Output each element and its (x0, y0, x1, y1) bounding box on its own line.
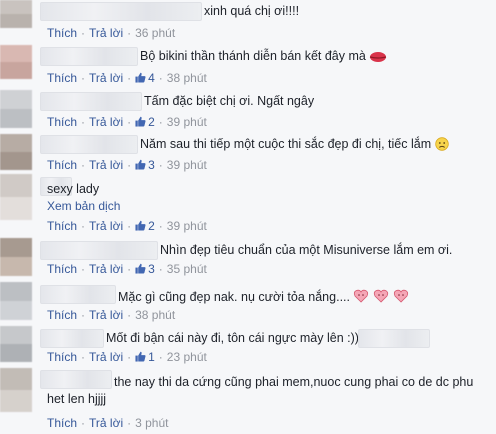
comment-time[interactable]: 39 phút (167, 115, 207, 129)
comment-item: Năm sau thi tiếp một cuộc thi sắc đẹp đi… (0, 132, 496, 174)
comment-time[interactable]: 38 phút (135, 308, 175, 322)
reply-link[interactable]: Trả lời (89, 219, 123, 233)
like-count[interactable]: 1 (135, 350, 155, 364)
comment-text: Bộ bikini thần thánh diễn bán kết đây mà (140, 49, 387, 66)
comment-actions: Thích · Trả lời · 3 phút (47, 416, 169, 430)
comment-actions: Thích · Trả lời · 2 · 39 phút (47, 115, 207, 129)
avatar[interactable] (0, 0, 32, 28)
like-link[interactable]: Thích (47, 350, 77, 364)
comment-item: the nay thi da cứng cũng phai mem,nuoc c… (0, 366, 496, 434)
like-count[interactable]: 2 (135, 115, 155, 129)
comment-text: xinh quá chị ơi!!!! (204, 4, 300, 18)
comment-time[interactable]: 38 phút (167, 71, 207, 85)
like-link[interactable]: Thích (47, 71, 77, 85)
mentioned-name[interactable] (358, 329, 430, 348)
like-link[interactable]: Thích (47, 158, 77, 172)
comment-text: sexy lady (47, 182, 100, 196)
thumbs-up-icon (135, 72, 146, 83)
comment-time[interactable]: 35 phút (167, 262, 207, 276)
commenter-name[interactable] (40, 241, 158, 260)
comment-actions: Thích · Trả lời · 36 phút (47, 26, 176, 40)
reply-link[interactable]: Trả lời (89, 26, 123, 40)
thumbs-up-icon (135, 263, 146, 274)
like-link[interactable]: Thích (47, 26, 77, 40)
disappointed-face-icon (434, 137, 449, 154)
reply-link[interactable]: Trả lời (89, 262, 123, 276)
comment-time[interactable]: 39 phút (167, 158, 207, 172)
kiss-lips-icon (369, 51, 387, 66)
comment-text: Mặc gì cũng đẹp nak. nụ cười tỏa nắng...… (118, 288, 409, 307)
comment-text: Nhìn đẹp tiêu chuẩn của một Misuniverse … (160, 243, 453, 257)
comment-text: Tấm đặc biệt chị ơi. Ngất ngây (144, 94, 315, 108)
comment-actions: Thích · Trả lời · 3 · 39 phút (47, 158, 207, 172)
comment-actions: Thích · Trả lời · 38 phút (47, 308, 176, 322)
avatar[interactable] (0, 45, 32, 79)
commenter-name[interactable] (40, 135, 138, 154)
comment-item: Mặc gì cũng đẹp nak. nụ cười tỏa nắng...… (0, 278, 496, 324)
like-count[interactable]: 3 (135, 262, 155, 276)
thumbs-up-icon (135, 159, 146, 170)
heart-faces-icon (353, 288, 409, 307)
like-link[interactable]: Thích (47, 115, 77, 129)
reply-link[interactable]: Trả lời (89, 350, 123, 364)
avatar[interactable] (0, 238, 32, 276)
comment-actions: Thích · Trả lời · 4 · 38 phút (47, 71, 207, 85)
comment-time[interactable]: 36 phút (135, 26, 175, 40)
see-translation-link[interactable]: Xem bản dịch (47, 199, 120, 213)
avatar[interactable] (0, 282, 32, 320)
thumbs-up-icon (135, 351, 146, 362)
like-count[interactable]: 3 (135, 158, 155, 172)
comment-item: sexy lady Xem bản dịch Thích · Trả lời · 2 · 3… (0, 174, 496, 236)
thumbs-up-icon (135, 116, 146, 127)
comment-text: Năm sau thi tiếp một cuộc thi sắc đẹp đi… (140, 137, 449, 154)
commenter-name[interactable] (40, 2, 202, 21)
comment-text: the nay thi da cứng cũng phai mem,nuoc c… (47, 375, 474, 406)
comment-actions: Thích · Trả lời · 1 · 23 phút (47, 350, 207, 364)
like-count[interactable]: 2 (135, 219, 155, 233)
like-link[interactable]: Thích (47, 219, 77, 233)
comment-time[interactable]: 39 phút (167, 219, 207, 233)
comment-actions: Thích · Trả lời · 2 · 39 phút (47, 219, 207, 233)
commenter-name[interactable] (40, 329, 104, 348)
comment-item: Nhìn đẹp tiêu chuẩn của một Misuniverse … (0, 236, 496, 278)
like-count[interactable]: 4 (135, 71, 155, 85)
comment-time[interactable]: 23 phút (167, 350, 207, 364)
comment-actions: Thích · Trả lời · 3 · 35 phút (47, 262, 207, 276)
reply-link[interactable]: Trả lời (89, 115, 123, 129)
commenter-name[interactable] (40, 47, 138, 66)
comment-item: Mốt đi bận cái này đi, tôn cái ngực mày … (0, 324, 496, 366)
avatar[interactable] (0, 174, 32, 220)
comment-item: Bộ bikini thần thánh diễn bán kết đây mà… (0, 40, 496, 90)
avatar[interactable] (0, 134, 32, 170)
like-link[interactable]: Thích (47, 416, 77, 430)
reply-link[interactable]: Trả lời (89, 416, 123, 430)
reply-link[interactable]: Trả lời (89, 158, 123, 172)
comment-time[interactable]: 3 phút (135, 416, 168, 430)
comment-item: xinh quá chị ơi!!!! Thích · Trả lời · 36 phú… (0, 0, 496, 40)
like-link[interactable]: Thích (47, 308, 77, 322)
commenter-name[interactable] (40, 285, 116, 304)
reply-link[interactable]: Trả lời (89, 308, 123, 322)
comment-text: Mốt đi bận cái này đi, tôn cái ngực mày … (106, 331, 364, 345)
comment-item: Tấm đặc biệt chị ơi. Ngất ngây Thích · Trả… (0, 90, 496, 132)
thumbs-up-icon (135, 220, 146, 231)
avatar[interactable] (0, 368, 32, 412)
avatar[interactable] (0, 326, 32, 362)
reply-link[interactable]: Trả lời (89, 71, 123, 85)
commenter-name[interactable] (40, 92, 142, 111)
like-link[interactable]: Thích (47, 262, 77, 276)
avatar[interactable] (0, 90, 32, 128)
